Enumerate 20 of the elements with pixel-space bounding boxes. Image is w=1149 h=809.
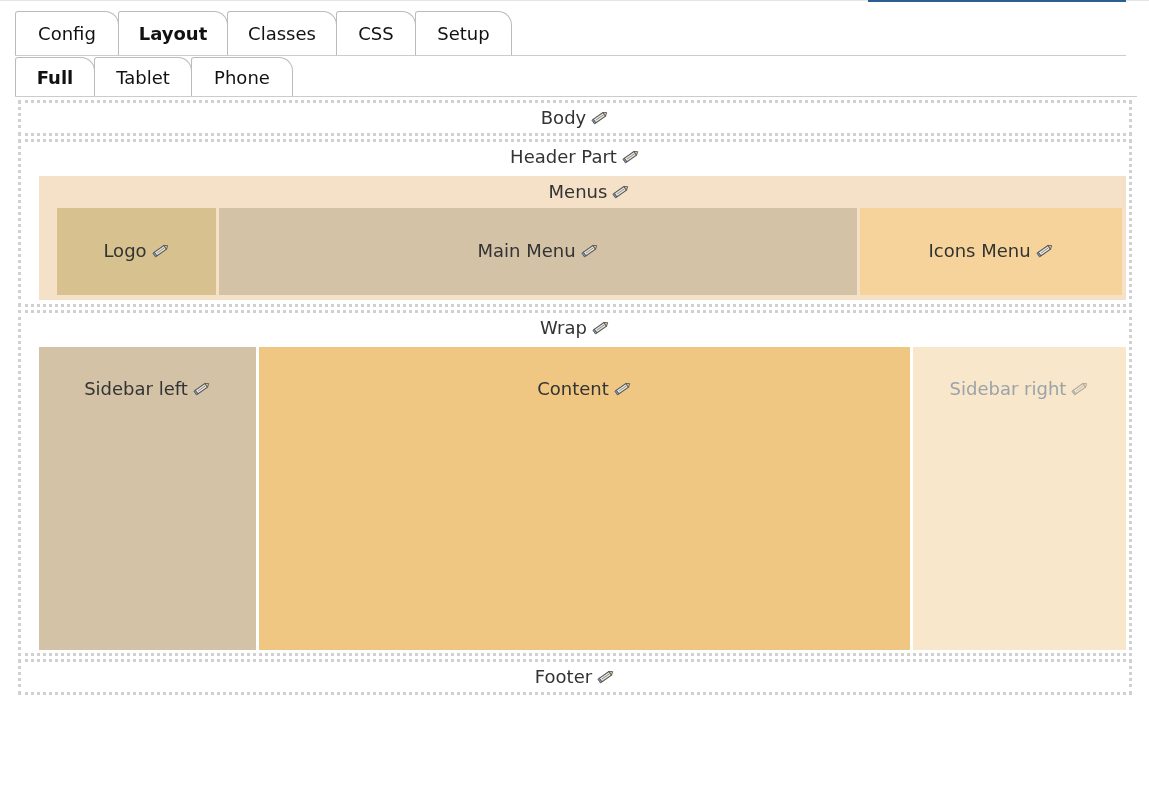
block-label: Main Menu: [477, 240, 576, 261]
block-label: Sidebar left: [84, 378, 188, 399]
region-label: Body: [540, 107, 587, 128]
layout-block[interactable]: Icons Menu: [860, 208, 1122, 295]
block-label: Content: [537, 378, 609, 399]
region-label: Wrap: [540, 317, 587, 338]
layout-block[interactable]: Logo: [57, 208, 216, 295]
region-label: Menus: [548, 181, 608, 202]
layout-block[interactable]: Main Menu: [219, 208, 857, 295]
block-label: Logo: [103, 240, 147, 261]
tab[interactable]: Config: [15, 11, 119, 55]
tab[interactable]: Phone: [191, 57, 293, 96]
region-label: Footer: [534, 666, 593, 687]
block-label: Icons Menu: [928, 240, 1031, 261]
tab[interactable]: Setup: [415, 11, 512, 55]
region-label: Header Part: [510, 146, 617, 167]
tab[interactable]: Full: [15, 57, 95, 96]
layout-block[interactable]: Sidebar left: [39, 347, 256, 650]
layout-block[interactable]: Content: [259, 347, 910, 650]
block-label: Sidebar right: [949, 378, 1067, 399]
